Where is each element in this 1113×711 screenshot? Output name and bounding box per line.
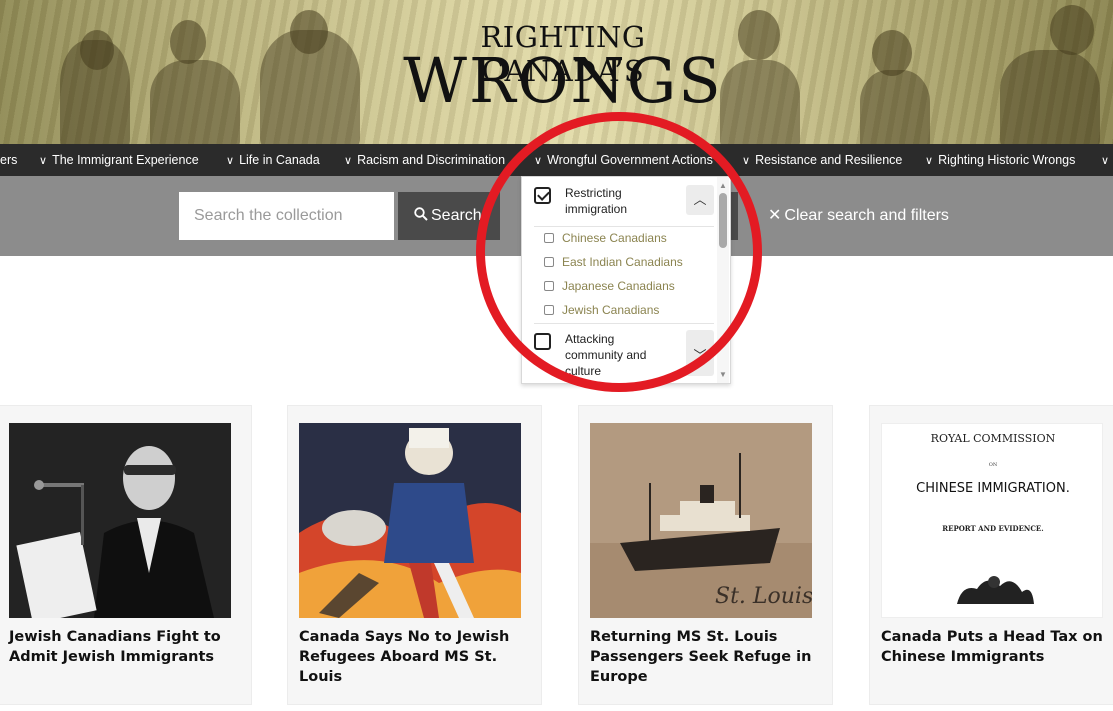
search-input[interactable] — [179, 192, 394, 240]
nav-item-label: ers — [0, 153, 18, 167]
nav-item-label: Wrongful Government Actions — [547, 153, 713, 167]
nav-item-label: Life in Canada — [239, 153, 320, 167]
banner-figure-head — [1050, 5, 1094, 55]
card-title[interactable]: Canada Says No to Jewish Refugees Aboard… — [299, 627, 529, 687]
banner-figure-head — [872, 30, 912, 76]
card-title[interactable]: Canada Puts a Head Tax on Chinese Immigr… — [881, 627, 1111, 667]
nav-item-more[interactable]: ∨ — [1101, 144, 1113, 176]
speaker-photo — [9, 423, 231, 618]
filter-dropdown[interactable]: Restricting immigration ︿ Chinese Canadi… — [521, 176, 731, 384]
filter-group-restricting-immigration[interactable]: Restricting immigration ︿ — [534, 185, 714, 223]
chevron-down-icon[interactable]: ﹀ — [686, 330, 714, 376]
report-line-3: CHINESE IMMIGRATION. — [916, 481, 1070, 496]
nav-item-label: The Immigrant Experience — [52, 153, 199, 167]
report-line-1: ROYAL COMMISSION — [931, 432, 1056, 445]
nav-item-wrongful-government-actions[interactable]: ∨ Wrongful Government Actions — [534, 144, 713, 176]
card-image: St. Louis — [590, 423, 812, 618]
nav-item-label: Resistance and Resilience — [755, 153, 903, 167]
collection-card[interactable]: Canada Says No to Jewish Refugees Aboard… — [287, 405, 542, 705]
report-line-4: REPORT AND EVIDENCE. — [942, 524, 1043, 533]
card-title[interactable]: Returning MS St. Louis Passengers Seek R… — [590, 627, 820, 687]
banner-figure-head — [738, 10, 780, 60]
filter-group-attacking-community[interactable]: Attacking community and culture ﹀ — [534, 330, 714, 383]
filter-option-label: Japanese Canadians — [562, 279, 675, 293]
checkbox[interactable] — [544, 281, 554, 291]
page: RIGHTING CANADA’S WRONGS ers ∨ The Immigr… — [0, 0, 1113, 711]
report-line-2: ON — [989, 462, 998, 468]
filter-option-japanese-canadians[interactable]: Japanese Canadians — [544, 274, 675, 298]
chevron-down-icon: ∨ — [226, 155, 235, 167]
collection-card[interactable]: Jewish Canadians Fight to Admit Jewish I… — [0, 405, 252, 705]
nav-item-partial[interactable]: ers — [0, 144, 17, 176]
dropdown-scrollbar[interactable]: ▲ ▼ — [717, 177, 729, 383]
banner-figure — [720, 60, 800, 144]
banner-figure — [1000, 50, 1100, 144]
card-image — [9, 423, 231, 618]
clear-filters-link[interactable]: ✕ Clear search and filters — [768, 192, 949, 240]
banner-figure — [860, 70, 930, 144]
banner-figure — [150, 60, 240, 144]
chevron-down-icon: ∨ — [344, 155, 353, 167]
chevron-down-icon: ∨ — [39, 155, 48, 167]
divider — [534, 323, 714, 324]
nav-item-righting-historic-wrongs[interactable]: ∨ Righting Historic Wrongs — [925, 144, 1075, 176]
scroll-down-arrow-icon[interactable]: ▼ — [717, 370, 729, 379]
filter-option-chinese-canadians[interactable]: Chinese Canadians — [544, 226, 667, 250]
checkbox-restricting-immigration[interactable] — [534, 187, 551, 204]
filter-group-label: Attacking community and culture — [565, 332, 647, 378]
nav-item-life-in-canada[interactable]: ∨ Life in Canada — [226, 144, 320, 176]
chevron-down-icon: ∨ — [534, 155, 543, 167]
filter-option-east-indian-canadians[interactable]: East Indian Canadians — [544, 250, 683, 274]
chevron-down-icon: ∨ — [742, 155, 751, 167]
collection-card[interactable]: ROYAL COMMISSION ON CHINESE IMMIGRATION.… — [869, 405, 1113, 705]
chevron-down-icon: ∨ — [1101, 155, 1110, 167]
chevron-up-icon[interactable]: ︿ — [686, 185, 714, 215]
clear-filters-label: Clear search and filters — [784, 207, 949, 224]
banner-figure-head — [170, 20, 206, 64]
checkbox[interactable] — [544, 257, 554, 267]
filter-option-label: Jewish Canadians — [562, 303, 660, 317]
card-image — [299, 423, 521, 618]
site-title-main[interactable]: WRONGS — [400, 50, 726, 112]
uncle-sam-illustration — [299, 423, 521, 618]
ship-name: St. Louis — [715, 584, 812, 609]
nav-item-label: Righting Historic Wrongs — [938, 153, 1076, 167]
close-icon: ✕ — [768, 207, 782, 224]
collection-card[interactable]: St. Louis Returning MS St. Louis Passeng… — [578, 405, 833, 705]
main-nav: ers ∨ The Immigrant Experience ∨ Life in C… — [0, 144, 1113, 176]
chevron-down-icon: ∨ — [925, 155, 934, 167]
scroll-up-arrow-icon[interactable]: ▲ — [717, 181, 729, 190]
card-title[interactable]: Jewish Canadians Fight to Admit Jewish I… — [9, 627, 239, 667]
nav-item-racism[interactable]: ∨ Racism and Discrimination — [344, 144, 505, 176]
search-button[interactable]: Search — [398, 192, 500, 240]
nav-item-immigrant-experience[interactable]: ∨ The Immigrant Experience — [39, 144, 199, 176]
search-button-label: Search — [431, 207, 482, 224]
header-banner: RIGHTING CANADA’S WRONGS — [0, 0, 1113, 144]
card-image: ROYAL COMMISSION ON CHINESE IMMIGRATION.… — [881, 423, 1103, 618]
nav-item-resistance[interactable]: ∨ Resistance and Resilience — [742, 144, 902, 176]
filter-option-label: Chinese Canadians — [562, 231, 667, 245]
checkbox[interactable] — [544, 233, 554, 243]
search-icon — [414, 207, 428, 221]
scroll-thumb[interactable] — [719, 193, 727, 248]
ship-illustration: St. Louis — [590, 423, 812, 618]
banner-figure-head — [80, 30, 114, 70]
checkbox[interactable] — [544, 305, 554, 315]
report-cover: ROYAL COMMISSION ON CHINESE IMMIGRATION.… — [882, 424, 1102, 617]
filter-option-label: East Indian Canadians — [562, 255, 683, 269]
nav-item-label: Racism and Discrimination — [357, 153, 506, 167]
filter-option-jewish-canadians[interactable]: Jewish Canadians — [544, 298, 659, 322]
checkbox-attacking-community[interactable] — [534, 333, 551, 350]
filter-group-label: Restricting immigration — [565, 186, 628, 216]
banner-figure-head — [290, 10, 328, 54]
